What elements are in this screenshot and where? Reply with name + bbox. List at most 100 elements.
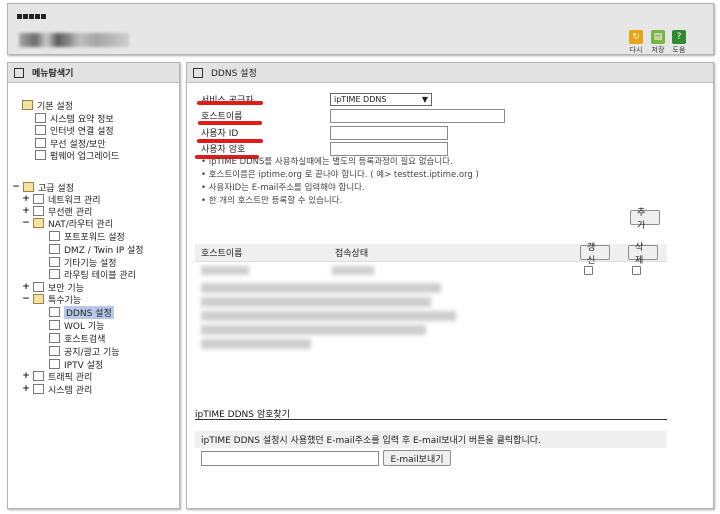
tree-node-special[interactable]: − 특수기능: [22, 293, 81, 306]
refresh-icon: ↻: [629, 30, 643, 44]
col-hostname: 호스트이름: [201, 249, 243, 259]
delete-checkbox[interactable]: [632, 266, 641, 275]
tree-item-iptv[interactable]: IPTV 설정: [49, 358, 103, 371]
redacted-log-line: [201, 311, 456, 321]
traffic-icon: [33, 371, 44, 381]
help-icon: ?: [672, 30, 686, 44]
tree-item-firmware-upgrade[interactable]: 펌웨어 업그레이드: [35, 149, 119, 162]
tree-item-internet-setup[interactable]: 인터넷 연결 설정: [35, 124, 114, 137]
redacted-log-line: [201, 297, 431, 307]
ddns-settings-panel: DDNS 설정 서비스 공급자 ipTIME DDNS ▼ 호스트이름 사용자 …: [186, 62, 714, 509]
brand-logo: [17, 14, 53, 22]
firmware-icon: [35, 150, 46, 160]
tree-item-dmz[interactable]: DMZ / Twin IP 설정: [49, 243, 144, 256]
note-line: 한 개의 호스트만 등록할 수 있습니다.: [201, 195, 661, 208]
note-line: 사용자ID는 E-mail주소를 입력해야 합니다.: [201, 182, 661, 195]
refresh-button[interactable]: ↻ 다시: [626, 30, 646, 55]
page-icon: [49, 231, 60, 241]
section-divider: [195, 419, 667, 420]
password-label: 사용자 암호: [201, 145, 246, 155]
note-line: 호스트이름은 iptime.org 로 끝나야 합니다. ( 예> testte…: [201, 169, 661, 182]
tree-node-system[interactable]: + 시스템 관리: [22, 383, 92, 396]
page-icon: [49, 307, 60, 317]
email-input[interactable]: [201, 451, 379, 466]
user-id-label: 사용자 ID: [201, 129, 239, 139]
tree-item-notice[interactable]: 공지/광고 기능: [49, 345, 120, 358]
expand-icon: +: [22, 282, 30, 292]
collapse-icon: −: [12, 182, 20, 192]
highlight-mark: [198, 121, 262, 125]
add-button[interactable]: 추가: [630, 208, 660, 231]
page-icon: [49, 359, 60, 369]
page-icon: [49, 257, 60, 267]
tree-node-advanced[interactable]: − 고급 설정: [12, 181, 74, 194]
highlight-mark: [197, 139, 263, 143]
app-header: ↻ 다시 ▤ 저장 ? 도움: [7, 3, 714, 55]
page-icon: [49, 244, 60, 254]
provider-row: 서비스 공급자 ipTIME DDNS ▼: [195, 92, 665, 107]
note-line: ipTIME DDNS를 사용하실때에는 별도의 등록과정이 필요 없습니다.: [201, 156, 661, 169]
tree-node-nat[interactable]: − NAT/라우터 관리: [22, 217, 113, 230]
page-icon: [49, 346, 60, 356]
collapse-icon: −: [22, 218, 30, 228]
renew-button[interactable]: 갱신: [580, 243, 610, 266]
tree-node-security[interactable]: + 보안 기능: [22, 281, 84, 294]
expand-icon: +: [22, 384, 30, 394]
help-button[interactable]: ? 도움: [669, 30, 689, 55]
redacted-log-line: [201, 325, 426, 335]
ddns-panel-title: DDNS 설정: [187, 63, 713, 83]
lock-icon: [33, 282, 44, 292]
password-row: 사용자 암호: [195, 141, 665, 156]
user-id-input[interactable]: [330, 125, 448, 140]
tree-item-wireless-security[interactable]: 무선 설정/보안: [35, 137, 106, 150]
system-icon: [33, 384, 44, 394]
tree-node-network[interactable]: + 네트워크 관리: [22, 193, 101, 206]
save-icon: ▤: [651, 30, 665, 44]
redacted-hostname: [201, 266, 249, 275]
tree-item-system-summary[interactable]: 시스템 요약 정보: [35, 112, 114, 125]
panel-icon: [193, 67, 203, 78]
dropdown-arrow-icon: ▼: [421, 95, 428, 104]
redacted-log-line: [201, 339, 311, 349]
send-email-button[interactable]: E-mail보내기: [383, 450, 451, 466]
chart-icon: [35, 113, 46, 123]
basic-settings-icon: [22, 100, 33, 110]
page-icon: [49, 269, 60, 279]
expand-icon: +: [22, 194, 30, 204]
page-icon: [49, 320, 60, 330]
collapse-icon: −: [22, 294, 30, 304]
hostname-row: 호스트이름: [195, 108, 665, 123]
tree-item-misc[interactable]: 기타기능 설정: [49, 256, 117, 269]
redacted-status: [332, 266, 374, 275]
password-finder-instruction: ipTIME DDNS 설정시 사용했던 E-mail주소를 입력 후 E-ma…: [195, 431, 667, 448]
tree-item-wol[interactable]: WOL 기능: [49, 319, 104, 332]
wireless-icon: [35, 138, 46, 148]
folder-icon: [33, 294, 44, 304]
provider-select[interactable]: ipTIME DDNS ▼: [330, 93, 432, 106]
user-id-row: 사용자 ID: [195, 125, 665, 140]
tree-item-host-scan[interactable]: 호스트검색: [49, 332, 105, 345]
folder-icon: [33, 218, 44, 228]
tree-node-wireless[interactable]: + 무선랜 관리: [22, 205, 92, 218]
tree-item-routing-table[interactable]: 라우팅 테이블 관리: [49, 268, 136, 281]
col-status: 접속상태: [335, 249, 369, 259]
menu-explorer-panel: 메뉴탐색기 기본 설정 시스템 요약 정보 인터넷 연결 설정 무선 설정/보안…: [7, 62, 180, 509]
model-name-redacted: [19, 33, 129, 47]
hostname-input[interactable]: [330, 108, 505, 123]
tree-node-basic[interactable]: 기본 설정: [22, 99, 73, 112]
ddns-notes: ipTIME DDNS를 사용하실때에는 별도의 등록과정이 필요 없습니다. …: [201, 156, 661, 208]
page-icon: [49, 333, 60, 343]
tree-node-traffic[interactable]: + 트래픽 관리: [22, 370, 92, 383]
password-input[interactable]: [330, 141, 448, 156]
advanced-settings-icon: [23, 182, 34, 192]
redacted-log-line: [201, 283, 441, 293]
save-button[interactable]: ▤ 저장: [648, 30, 668, 55]
delete-button[interactable]: 삭제: [628, 243, 658, 266]
magnifier-icon: [14, 67, 24, 78]
highlight-mark: [197, 101, 263, 105]
tree-item-ddns[interactable]: DDNS 설정: [49, 305, 114, 319]
network-icon: [33, 194, 44, 204]
tree-item-port-forward[interactable]: 포트포워드 설정: [49, 230, 125, 243]
renew-checkbox[interactable]: [584, 266, 593, 275]
internet-icon: [35, 125, 46, 135]
